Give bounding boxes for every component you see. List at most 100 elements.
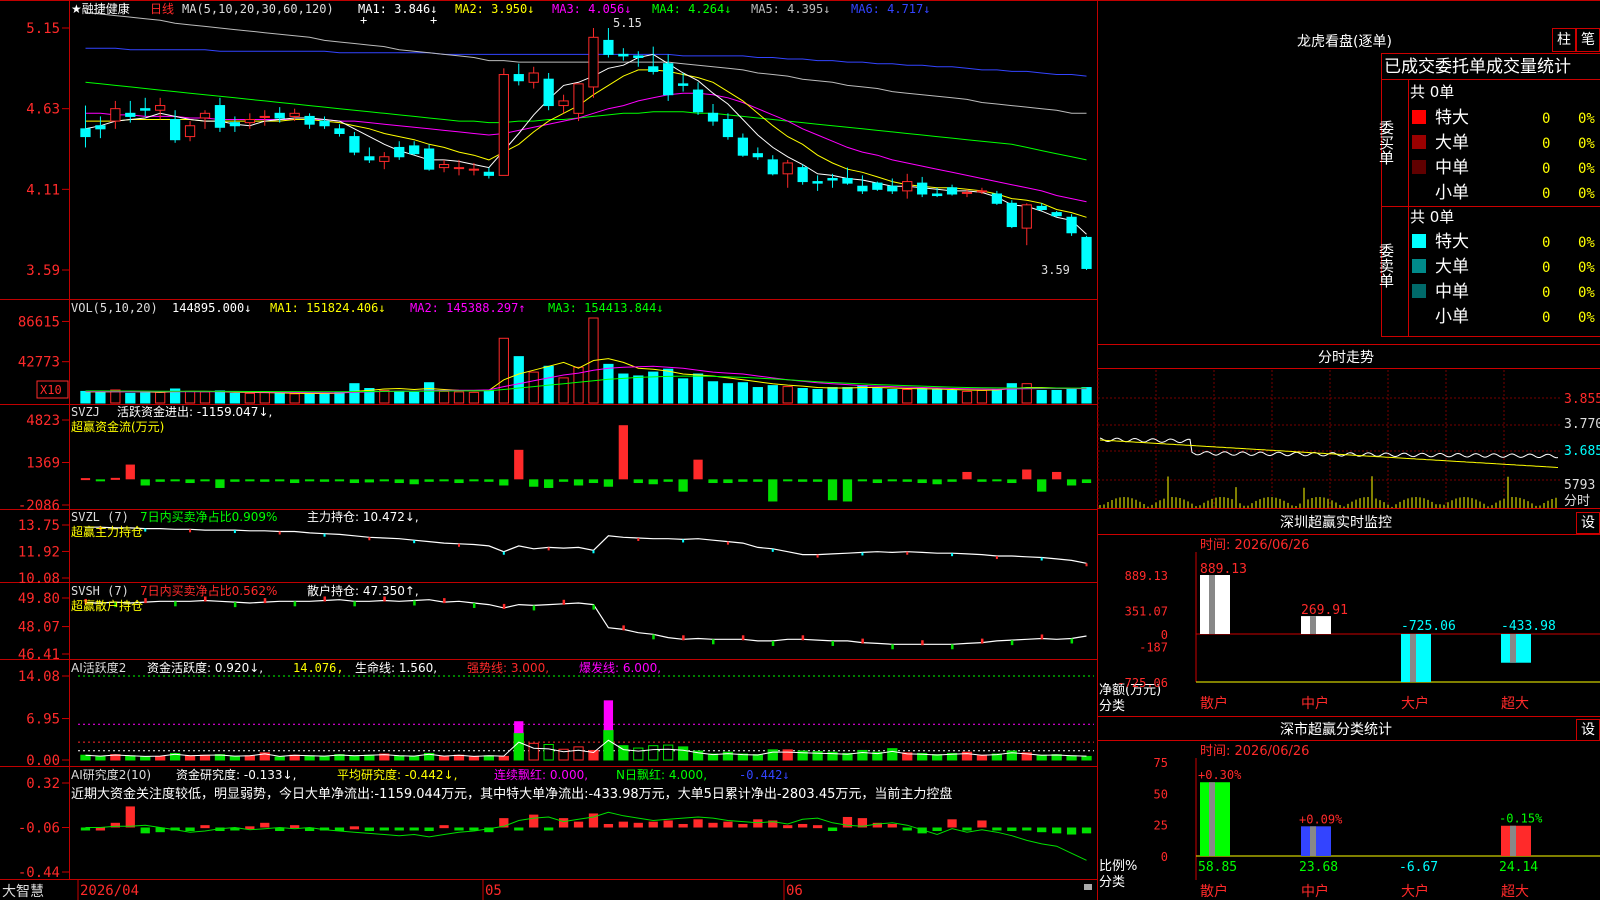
svzj-bar <box>170 479 180 482</box>
sz2-ytick-0: 75 <box>1154 756 1168 770</box>
svzj-bar <box>977 479 987 482</box>
svzj-bar <box>454 479 464 484</box>
ai2-bar <box>558 818 569 828</box>
ai1-bar <box>184 755 196 761</box>
ai1-bar <box>95 755 106 761</box>
svsh-pane[interactable] <box>84 596 1087 650</box>
sz2-cat-label: 散户 <box>1200 883 1228 900</box>
svzl-pane[interactable] <box>85 526 1088 567</box>
sell-row-pct: 0% <box>1578 260 1595 276</box>
ai-activity-pane[interactable] <box>78 675 1094 761</box>
ai-activity-legend: AI活跃度2 资金活跃度: 0.920↓, 14.076, 生命线: 1.560… <box>71 660 661 675</box>
volume-bar <box>349 383 360 404</box>
svzj-bar <box>693 459 703 480</box>
fenshi-chart[interactable] <box>1097 370 1562 508</box>
svzj-bar <box>783 479 793 482</box>
svzj-bar <box>290 479 300 484</box>
svzj-bar <box>95 479 106 482</box>
ai1-sub5: 爆发线: 6.000, <box>579 660 661 675</box>
ai1-bar <box>543 743 554 761</box>
volume-bar <box>872 388 883 404</box>
volume-bar <box>946 389 958 404</box>
ai-research-pane[interactable] <box>80 806 1092 861</box>
svzl-sub: 7日内买卖净占比0.909% <box>140 509 277 524</box>
volume-bar <box>633 375 644 404</box>
candle-body <box>1021 204 1032 229</box>
svzl-sub2: 主力持仓: 10.472↓, <box>307 509 419 524</box>
volume-bar <box>423 382 435 404</box>
svsh-ytick-2: 46.41 <box>18 647 60 663</box>
sz2-bar-1 <box>1301 826 1331 856</box>
lock-icon[interactable] <box>1084 884 1092 890</box>
volume-bar <box>453 391 465 404</box>
svzj-pane[interactable] <box>80 425 1092 502</box>
ai1-bar <box>364 754 375 761</box>
ai2-bar <box>798 823 808 828</box>
ai2-bar <box>185 827 195 832</box>
sell-row-label: 中单 <box>1435 282 1469 302</box>
volume-bar <box>498 337 509 404</box>
ai2-label: AI研究度2(10) <box>71 767 151 782</box>
svzj-bar <box>1037 479 1047 492</box>
svzl-tick <box>637 537 640 541</box>
sz1-bar-label: 269.91 <box>1301 603 1348 618</box>
svsh-tick <box>771 640 775 646</box>
svzj-bar <box>140 479 150 486</box>
ai1-bar <box>140 756 151 761</box>
svzl-tick <box>726 541 729 545</box>
volume-bar <box>289 393 300 404</box>
ai1-spike <box>603 700 614 731</box>
sz2-settings-button[interactable]: 设 <box>1576 719 1600 741</box>
sz1-bar-2 <box>1401 634 1431 682</box>
main-chart-area[interactable]: 5.15 4.63 4.11 3.59 86615 42773 4823 1369 -2086 1… <box>0 0 1600 900</box>
svsh-tick <box>443 598 446 604</box>
svzj-ytick-1: 1369 <box>26 455 60 471</box>
candle-body <box>692 89 704 113</box>
volume-bar <box>827 387 838 404</box>
volume-bar <box>95 391 106 404</box>
buy-row-label: 特大 <box>1435 108 1469 128</box>
volume-bar <box>737 382 749 404</box>
sz1-bar-label: 889.13 <box>1200 562 1247 577</box>
volume-bar <box>125 392 136 404</box>
candle-body <box>558 100 569 107</box>
volume-bar <box>155 391 166 404</box>
sz1-settings-button[interactable]: 设 <box>1576 512 1600 534</box>
svzj-bar <box>125 464 135 480</box>
svsh-tick <box>532 605 536 611</box>
svzj-bar <box>379 479 389 482</box>
vol-unit-badge[interactable]: X10 <box>40 383 62 397</box>
sz2-bar-label: 24.14 <box>1499 860 1538 875</box>
buy-row-swatch <box>1412 135 1426 149</box>
svsh-tick <box>891 644 894 650</box>
ai1-bar <box>199 754 211 761</box>
svsh-tick <box>562 599 566 605</box>
ai2-bar <box>618 821 628 828</box>
sz2-chart[interactable]: 75 50 25 0 +0.30% 58.85 散户 +0.09% 23.68 中户 -6.67 大户… <box>1154 756 1600 900</box>
svzj-bar <box>738 479 748 482</box>
sz1-bar-shade <box>1209 575 1215 634</box>
sz1-chart[interactable]: 889.13351.070-187-725.06889.13散户269.91中户… <box>1117 552 1600 712</box>
buy-side-label: 委买单 <box>1377 120 1395 165</box>
kline-pane[interactable]: + + <box>80 12 1092 271</box>
volume-bar <box>319 392 330 404</box>
fenshi-avg-line <box>1099 439 1559 468</box>
buy-row-swatch <box>1412 160 1426 174</box>
candle-body <box>1006 202 1017 228</box>
volume-bar <box>558 377 569 404</box>
bar-view-button[interactable]: 柱 <box>1552 28 1576 52</box>
fenshi-price-line <box>1099 437 1559 459</box>
ai2-sub3: 连续飘红: 0.000, <box>494 767 588 782</box>
ai2-bar <box>738 823 748 828</box>
sell-row-swatch <box>1412 259 1426 273</box>
ma6-label: MA6: 4.717↓ <box>851 2 930 16</box>
svzj-bar <box>1007 479 1017 484</box>
candle-body <box>334 128 345 134</box>
vol-ytick-1: 42773 <box>18 355 60 371</box>
ai2-bar <box>1022 827 1032 831</box>
volume-pane[interactable] <box>80 317 1092 404</box>
ai2-bar <box>678 823 688 828</box>
tick-view-button[interactable]: 笔 <box>1576 28 1600 52</box>
buy-row-pct: 0% <box>1578 161 1595 177</box>
kline-ytick-1: 4.63 <box>26 102 60 118</box>
